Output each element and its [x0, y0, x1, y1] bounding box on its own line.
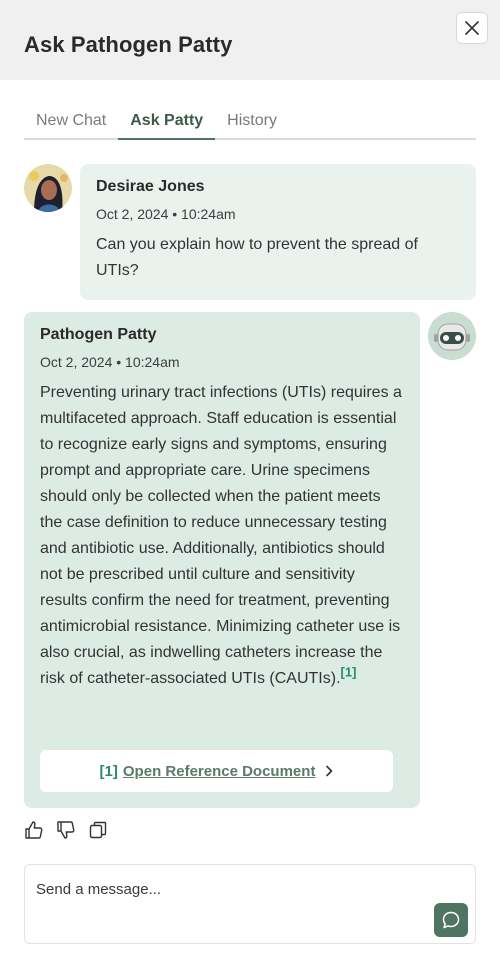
- panel-header: Ask Pathogen Patty: [0, 0, 500, 80]
- bot-avatar: [428, 312, 476, 360]
- tab-bar: New Chat Ask Patty History: [24, 104, 476, 140]
- message-input[interactable]: [36, 878, 426, 900]
- message-composer: [24, 864, 476, 944]
- like-button[interactable]: [24, 820, 44, 840]
- message-text: Can you explain how to prevent the sprea…: [96, 236, 418, 279]
- tab-ask-patty[interactable]: Ask Patty: [118, 104, 216, 140]
- reference-number: [1]: [99, 762, 118, 780]
- copy-button[interactable]: [88, 820, 108, 840]
- message-actions: [24, 820, 108, 840]
- citation-marker[interactable]: [1]: [341, 665, 357, 680]
- message-text: Preventing urinary tract infections (UTI…: [40, 380, 404, 692]
- close-icon: [465, 21, 479, 35]
- page-title: Ask Pathogen Patty: [24, 32, 233, 57]
- copy-icon: [89, 821, 107, 839]
- bot-message: Pathogen Patty Oct 2, 2024 • 10:24am Pre…: [24, 312, 420, 808]
- message-author: Pathogen Patty: [40, 326, 157, 343]
- close-button[interactable]: [456, 12, 488, 44]
- user-avatar: [24, 164, 72, 212]
- thumbs-down-icon: [57, 821, 75, 839]
- chat-bubble-icon: [442, 911, 460, 929]
- user-message: Desirae Jones Oct 2, 2024 • 10:24am Can …: [80, 164, 476, 300]
- chevron-right-icon: [325, 765, 333, 777]
- message-timestamp: Oct 2, 2024 • 10:24am: [40, 354, 180, 370]
- message-timestamp: Oct 2, 2024 • 10:24am: [96, 206, 236, 222]
- tab-history[interactable]: History: [215, 104, 289, 140]
- message-body: Preventing urinary tract infections (UTI…: [40, 384, 402, 687]
- open-reference-button[interactable]: [1] Open Reference Document: [40, 750, 393, 792]
- thumbs-up-icon: [25, 821, 43, 839]
- dislike-button[interactable]: [56, 820, 76, 840]
- send-button[interactable]: [434, 903, 468, 937]
- reference-label: Open Reference Document: [122, 762, 316, 780]
- message-author: Desirae Jones: [96, 178, 205, 195]
- tab-new-chat[interactable]: New Chat: [24, 104, 118, 140]
